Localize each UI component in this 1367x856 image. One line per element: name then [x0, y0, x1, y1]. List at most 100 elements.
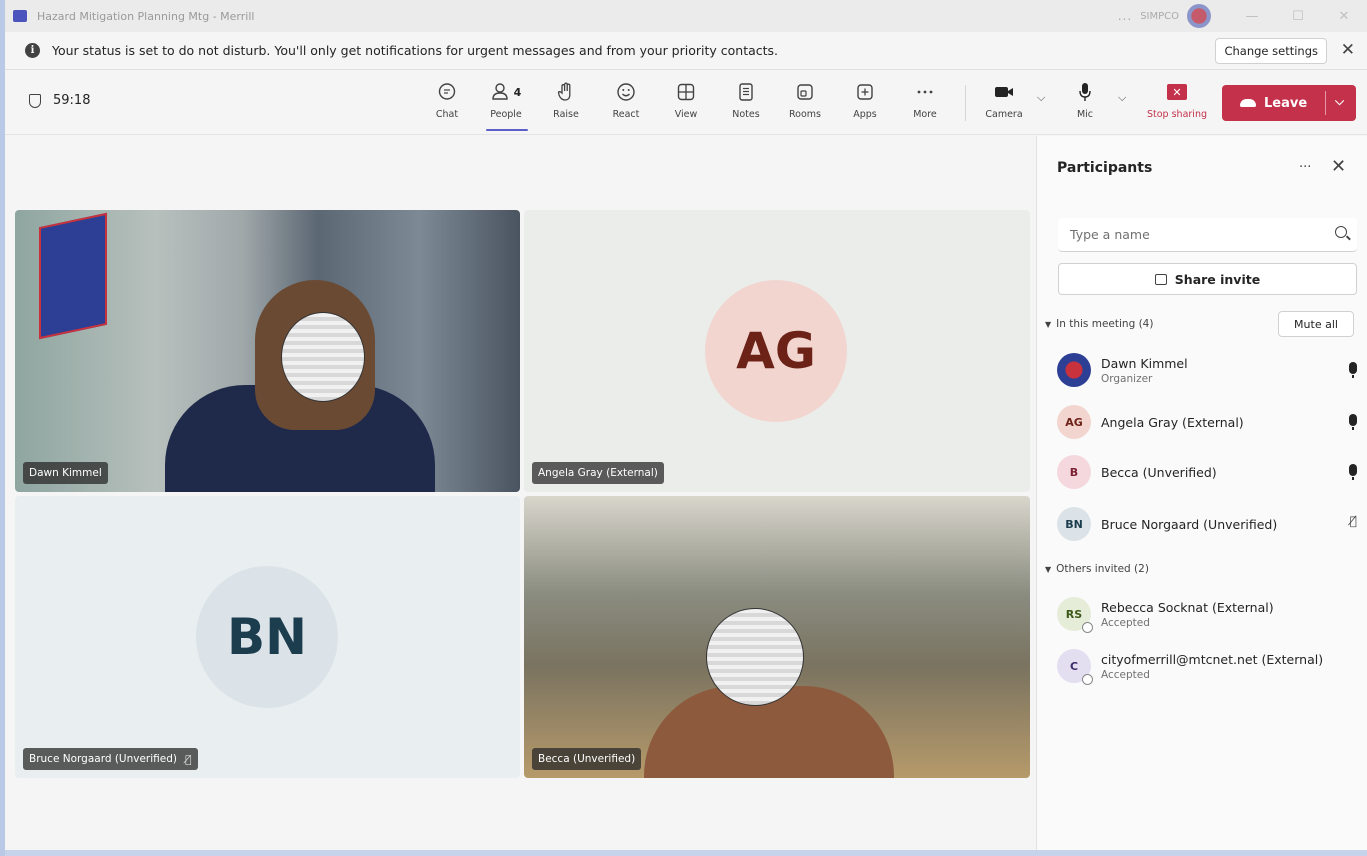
participant-role: Organizer	[1101, 372, 1153, 385]
tile-name: Becca (Unverified)	[538, 753, 636, 765]
avatar-bn: BN	[196, 566, 338, 708]
mute-all-button[interactable]: Mute all	[1278, 311, 1354, 337]
change-settings-button[interactable]: Change settings	[1215, 38, 1327, 64]
video-tile-dawn[interactable]: Dawn Kimmel	[15, 210, 520, 492]
notification-message: Your status is set to do not disturb. Yo…	[52, 43, 779, 58]
chat-button[interactable]: Chat	[423, 79, 471, 129]
participant-row[interactable]: RS Rebecca Socknat (External) Accepted	[1057, 594, 1357, 634]
notes-button[interactable]: Notes	[722, 79, 770, 129]
camera-label: Camera	[985, 109, 1023, 120]
react-label: React	[612, 109, 640, 120]
timer-text: 59:18	[53, 93, 91, 108]
title-more-icon[interactable]: ...	[1118, 9, 1132, 23]
stop-sharing-button[interactable]: ✕ Stop sharing	[1142, 79, 1212, 129]
info-icon: i	[25, 43, 40, 58]
stop-sharing-label: Stop sharing	[1146, 109, 1207, 120]
taskbar-edge	[5, 850, 1367, 856]
react-button[interactable]: React	[602, 79, 650, 129]
tile-name: Angela Gray (External)	[538, 467, 658, 479]
raise-hand-icon	[557, 79, 575, 105]
microphone-icon	[1349, 362, 1357, 378]
tile-name-tag: Bruce Norgaard (Unverified) 🎙̸	[23, 748, 198, 770]
camera-icon	[993, 79, 1015, 105]
participant-row[interactable]: Dawn Kimmel Organizer	[1057, 350, 1357, 390]
people-icon: 4	[491, 79, 522, 105]
profile-avatar[interactable]	[1187, 4, 1211, 28]
window-close-button[interactable]: ✕	[1321, 9, 1367, 24]
leave-options-chevron-icon[interactable]: ⌵	[1335, 94, 1344, 109]
tile-name-tag: Becca (Unverified)	[532, 748, 642, 770]
camera-options-chevron-icon[interactable]: ⌵	[1037, 91, 1045, 105]
caret-down-icon: ▼	[1045, 564, 1052, 574]
share-invite-label: Share invite	[1174, 271, 1261, 287]
view-button[interactable]: View	[662, 79, 710, 129]
apps-button[interactable]: Apps	[841, 79, 889, 129]
share-icon	[1154, 273, 1167, 285]
org-name[interactable]: SIMPCO	[1140, 11, 1179, 22]
chat-icon	[437, 79, 457, 105]
participant-row[interactable]: BN Bruce Norgaard (Unverified) 🎙̸	[1057, 504, 1357, 544]
participant-name: Dawn Kimmel	[1101, 355, 1188, 371]
window-title: Hazard Mitigation Planning Mtg - Merrill	[37, 9, 255, 23]
teams-window: Hazard Mitigation Planning Mtg - Merrill…	[0, 0, 1367, 856]
video-tile-bruce[interactable]: BN Bruce Norgaard (Unverified) 🎙̸	[15, 496, 520, 778]
panel-title: Participants	[1057, 160, 1153, 176]
microphone-icon	[1077, 79, 1093, 105]
notes-label: Notes	[732, 109, 760, 120]
status-icon	[1082, 674, 1093, 685]
raise-hand-button[interactable]: Raise	[542, 79, 590, 129]
maximize-button[interactable]: ☐	[1275, 9, 1321, 24]
panel-more-icon[interactable]: ···	[1299, 160, 1311, 175]
participant-row[interactable]: B Becca (Unverified)	[1057, 452, 1357, 492]
people-label: People	[490, 109, 522, 120]
avatar: AG	[1057, 405, 1091, 439]
more-label: More	[913, 109, 937, 120]
meeting-toolbar: 59:18 Chat 4 People Raise React View Not…	[5, 71, 1367, 135]
participant-row[interactable]: C cityofmerrill@mtcnet.net (External) Ac…	[1057, 646, 1357, 686]
add-apps-icon	[855, 79, 875, 105]
avatar: C	[1057, 649, 1093, 685]
participant-name: Bruce Norgaard (Unverified)	[1101, 516, 1278, 532]
participant-status: Accepted	[1101, 668, 1150, 681]
video-stage: Dawn Kimmel AG Angela Gray (External) BN…	[10, 136, 1035, 856]
avatar	[1057, 353, 1091, 387]
participant-status: Accepted	[1101, 616, 1150, 629]
shield-icon	[29, 93, 41, 108]
people-count: 4	[513, 85, 522, 99]
share-invite-button[interactable]: Share invite	[1058, 263, 1357, 295]
participant-name: Becca (Unverified)	[1101, 464, 1217, 480]
others-invited-section-header[interactable]: ▼ Others invited (2)	[1045, 563, 1149, 575]
search-icon	[1335, 226, 1347, 238]
notification-close-button[interactable]: ✕	[1341, 40, 1355, 60]
leave-button[interactable]: Leave ⌵	[1222, 85, 1356, 121]
avatar: B	[1057, 455, 1091, 489]
people-button[interactable]: 4 People	[482, 79, 530, 131]
mic-label: Mic	[1076, 109, 1094, 120]
blurred-face	[706, 608, 804, 706]
avatar-ag: AG	[705, 280, 847, 422]
video-tile-angela[interactable]: AG Angela Gray (External)	[524, 210, 1030, 492]
panel-close-button[interactable]: ✕	[1331, 156, 1346, 177]
camera-button[interactable]: Camera	[980, 79, 1028, 129]
participant-row[interactable]: AG Angela Gray (External)	[1057, 402, 1357, 442]
more-icon	[915, 79, 935, 105]
section-label: In this meeting (4)	[1056, 318, 1154, 330]
video-tile-becca[interactable]: Becca (Unverified)	[524, 496, 1030, 778]
smile-icon	[616, 79, 636, 105]
tile-name: Bruce Norgaard (Unverified)	[29, 753, 178, 765]
participant-name: cityofmerrill@mtcnet.net (External)	[1101, 651, 1324, 667]
rooms-label: Rooms	[788, 109, 821, 120]
hang-up-icon	[1240, 99, 1256, 107]
muted-mic-icon: 🎙̸	[185, 752, 192, 766]
caret-down-icon: ▼	[1045, 319, 1052, 329]
mic-options-chevron-icon[interactable]: ⌵	[1118, 91, 1126, 105]
mic-button[interactable]: Mic	[1061, 79, 1109, 129]
minimize-button[interactable]: —	[1229, 9, 1275, 24]
avatar: BN	[1057, 507, 1091, 541]
more-actions-button[interactable]: More	[901, 79, 949, 129]
in-meeting-section-header[interactable]: ▼ In this meeting (4)	[1045, 318, 1153, 330]
raise-label: Raise	[553, 109, 579, 120]
dnd-notification-bar: i Your status is set to do not disturb. …	[5, 32, 1367, 70]
rooms-button[interactable]: Rooms	[781, 79, 829, 129]
participant-search-input[interactable]: Type a name	[1058, 218, 1357, 252]
